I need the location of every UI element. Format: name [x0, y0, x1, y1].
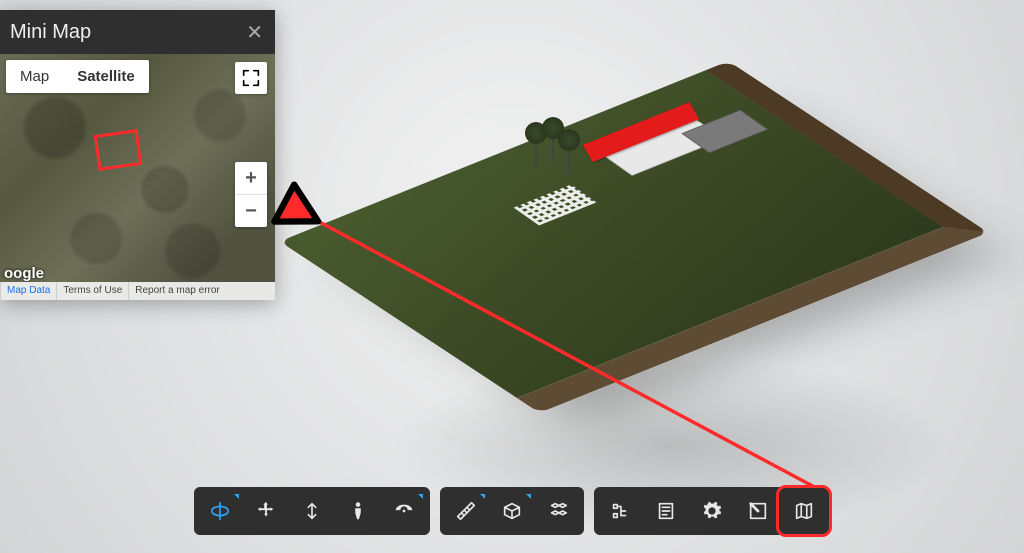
- settings-button[interactable]: [690, 491, 734, 531]
- first-person-button[interactable]: [336, 491, 380, 531]
- dropdown-indicator-icon: [418, 494, 423, 499]
- fullscreen-button[interactable]: [736, 491, 780, 531]
- map-tab-map[interactable]: Map: [6, 60, 63, 93]
- zoom-control: + −: [235, 162, 267, 227]
- tree-icon: [552, 135, 554, 163]
- mini-map-title: Mini Map: [10, 21, 91, 44]
- google-logo: oogle: [0, 265, 44, 282]
- tree-icon: [568, 147, 570, 175]
- zoom-out-button[interactable]: −: [235, 195, 267, 227]
- mini-map-header: Mini Map ✕: [0, 10, 275, 54]
- mini-map-panel: Mini Map ✕ Map Satellite + − oogle Map D…: [0, 10, 275, 300]
- map-data-link[interactable]: Map Data: [0, 282, 56, 300]
- model-bounds-marker: [94, 129, 143, 171]
- map-attribution: Map Data Terms of Use Report a map error: [0, 282, 275, 300]
- orbit-button[interactable]: [198, 491, 242, 531]
- nav-tool-group: [194, 487, 430, 535]
- dropdown-indicator-icon: [234, 494, 239, 499]
- measure-button[interactable]: [444, 491, 488, 531]
- pan-button[interactable]: [244, 491, 288, 531]
- panel-tool-group: [594, 487, 830, 535]
- model-browser-button[interactable]: [598, 491, 642, 531]
- zoom-in-button[interactable]: +: [235, 162, 267, 195]
- terms-link[interactable]: Terms of Use: [56, 282, 128, 300]
- mini-map-canvas[interactable]: Map Satellite + − oogle Map Data Terms o…: [0, 54, 275, 300]
- map-type-control: Map Satellite: [6, 60, 149, 93]
- dropdown-indicator-icon: [526, 494, 531, 499]
- zoom-button[interactable]: [290, 491, 334, 531]
- properties-button[interactable]: [644, 491, 688, 531]
- analyze-tool-group: [440, 487, 584, 535]
- section-button[interactable]: [490, 491, 534, 531]
- viewport-3d[interactable]: [290, 15, 970, 485]
- mini-map-button[interactable]: [782, 491, 826, 531]
- dropdown-indicator-icon: [480, 494, 485, 499]
- tree-icon: [535, 140, 537, 168]
- explode-button[interactable]: [536, 491, 580, 531]
- report-link[interactable]: Report a map error: [128, 282, 225, 300]
- close-icon[interactable]: ✕: [246, 20, 263, 45]
- fullscreen-icon[interactable]: [235, 62, 267, 94]
- map-tab-satellite[interactable]: Satellite: [63, 60, 149, 93]
- viewer-toolbar: [194, 487, 830, 535]
- camera-button[interactable]: [382, 491, 426, 531]
